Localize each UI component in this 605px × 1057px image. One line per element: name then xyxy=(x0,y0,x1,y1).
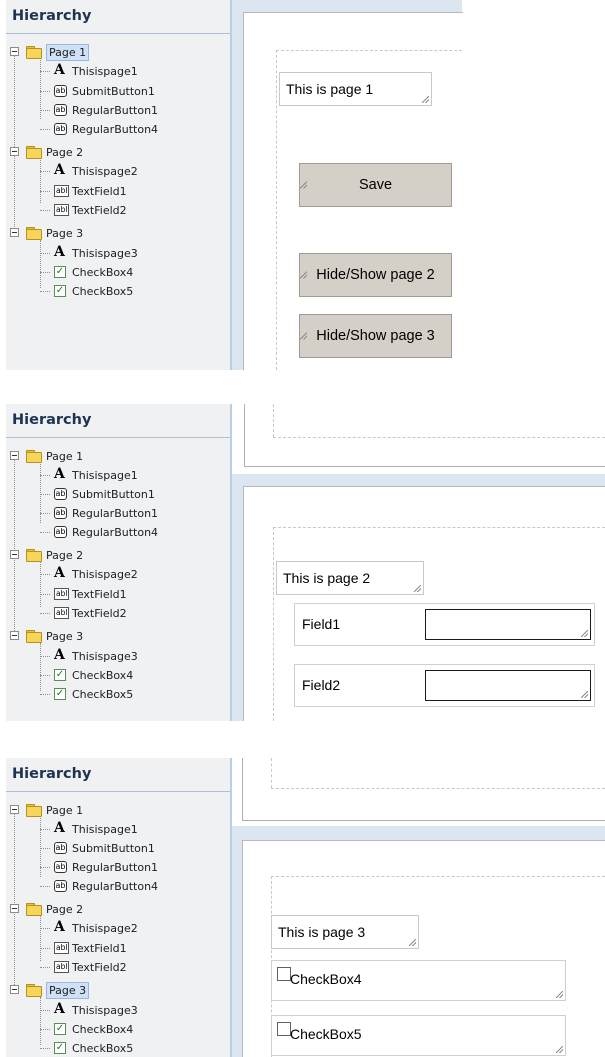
resize-grip-icon[interactable] xyxy=(414,585,421,592)
folder-icon xyxy=(26,549,42,562)
resize-grip-icon[interactable] xyxy=(581,691,588,698)
resize-grip-icon[interactable] xyxy=(409,939,416,946)
field2-row: Field2 xyxy=(294,664,595,707)
folder-icon xyxy=(26,903,42,916)
hide-show-page-3-button[interactable]: Hide/Show page 3 xyxy=(299,314,452,358)
collapse-icon[interactable] xyxy=(10,47,19,56)
button-ab-icon: ab xyxy=(54,880,67,892)
text-A-icon: A xyxy=(54,820,65,836)
text-A-icon: A xyxy=(54,162,65,178)
page-title-label[interactable]: This is page 2 xyxy=(276,561,424,595)
folder-icon xyxy=(26,450,42,463)
hierarchy-title: Hierarchy xyxy=(12,8,92,24)
button-ab-icon: ab xyxy=(54,507,67,519)
checkbox-icon: ✓ xyxy=(54,669,66,681)
collapse-icon[interactable] xyxy=(10,228,19,237)
hierarchy-divider xyxy=(6,437,230,438)
hierarchy-panel: Hierarchy Page 1 A Thisispage1 ab SubmitBu… xyxy=(6,404,230,721)
collapse-icon[interactable] xyxy=(10,904,19,913)
text-A-icon: A xyxy=(54,1001,65,1017)
folder-icon xyxy=(26,630,42,643)
hide-show-page-2-button[interactable]: Hide/Show page 2 xyxy=(299,253,452,297)
button-ab-icon: ab xyxy=(54,123,67,135)
screenshot-page-2: Hierarchy Page 1 A Thisispage1 ab SubmitBu… xyxy=(0,404,605,721)
checkbox-icon: ✓ xyxy=(54,1042,66,1054)
screenshot-page-1: Hierarchy Page 1 A Thisispage1 ab SubmitBu… xyxy=(0,0,605,370)
textfield-abl-icon: abl xyxy=(54,588,69,600)
resize-grip-icon[interactable] xyxy=(300,181,307,189)
save-button[interactable]: Save xyxy=(299,163,452,207)
tree-node-label: Page 1 xyxy=(46,44,90,61)
field2-input[interactable] xyxy=(425,670,591,701)
checkbox-icon: ✓ xyxy=(54,1023,66,1035)
textfield-abl-icon: abl xyxy=(54,942,69,954)
text-A-icon: A xyxy=(54,466,65,482)
textfield-abl-icon: abl xyxy=(54,185,69,197)
hierarchy-divider xyxy=(6,791,230,792)
folder-icon xyxy=(26,46,42,59)
field1-row: Field1 xyxy=(294,603,595,646)
folder-icon xyxy=(26,227,42,240)
collapse-icon[interactable] xyxy=(10,805,19,814)
textfield-abl-icon: abl xyxy=(54,607,69,619)
field1-input[interactable] xyxy=(425,609,591,640)
checkbox4-label: CheckBox4 xyxy=(290,971,362,987)
button-ab-icon: ab xyxy=(54,488,67,500)
resize-grip-icon[interactable] xyxy=(300,332,307,340)
page-title-label[interactable]: This is page 3 xyxy=(271,915,419,949)
text-A-icon: A xyxy=(54,647,65,663)
folder-icon xyxy=(26,804,42,817)
text-A-icon: A xyxy=(54,565,65,581)
checkbox5-box[interactable] xyxy=(277,1022,291,1036)
checkbox4-row[interactable]: CheckBox4 xyxy=(271,960,566,1001)
collapse-icon[interactable] xyxy=(10,631,19,640)
checkbox-icon: ✓ xyxy=(54,285,66,297)
folder-icon xyxy=(26,146,42,159)
hierarchy-title: Hierarchy xyxy=(12,412,92,428)
folder-icon xyxy=(26,984,42,997)
resize-grip-icon[interactable] xyxy=(556,1046,563,1053)
button-ab-icon: ab xyxy=(54,842,67,854)
collapse-icon[interactable] xyxy=(10,451,19,460)
collapse-icon[interactable] xyxy=(10,550,19,559)
button-ab-icon: ab xyxy=(54,526,67,538)
collapse-icon[interactable] xyxy=(10,147,19,156)
page-title-label[interactable]: This is page 1 xyxy=(279,72,432,106)
checkbox5-label: CheckBox5 xyxy=(290,1026,362,1042)
checkbox-icon: ✓ xyxy=(54,688,66,700)
textfield-abl-icon: abl xyxy=(54,204,69,216)
resize-grip-icon[interactable] xyxy=(300,271,307,279)
hierarchy-panel: Hierarchy Page 1 A Thisispage1 ab SubmitBu… xyxy=(6,758,230,1057)
collapse-icon[interactable] xyxy=(10,985,19,994)
field2-label: Field2 xyxy=(302,677,341,693)
button-ab-icon: ab xyxy=(54,104,67,116)
hierarchy-panel: Hierarchy Page 1 A Thisispage1 ab SubmitBu… xyxy=(6,0,230,370)
hierarchy-divider xyxy=(6,33,230,34)
text-A-icon: A xyxy=(54,244,65,260)
resize-grip-icon[interactable] xyxy=(581,630,588,637)
checkbox-icon: ✓ xyxy=(54,266,66,278)
text-A-icon: A xyxy=(54,919,65,935)
field1-label: Field1 xyxy=(302,616,341,632)
resize-grip-icon[interactable] xyxy=(422,96,429,103)
button-ab-icon: ab xyxy=(54,861,67,873)
screenshot-page-3: Hierarchy Page 1 A Thisispage1 ab SubmitBu… xyxy=(0,758,605,1057)
resize-grip-icon[interactable] xyxy=(556,991,563,998)
checkbox5-row[interactable]: CheckBox5 xyxy=(271,1015,566,1056)
text-A-icon: A xyxy=(54,62,65,78)
button-ab-icon: ab xyxy=(54,85,67,97)
textfield-abl-icon: abl xyxy=(54,961,69,973)
checkbox4-box[interactable] xyxy=(277,967,291,981)
hierarchy-title: Hierarchy xyxy=(12,766,92,782)
